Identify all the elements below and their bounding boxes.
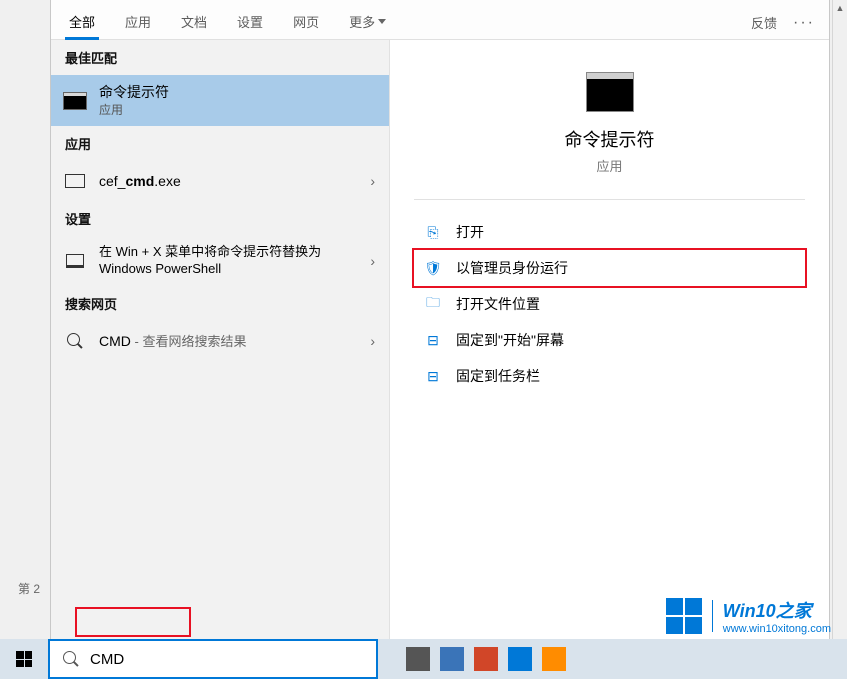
search-results-panel: 全部 应用 文档 设置 网页 更多 反馈 ··· 最佳匹配 命令提示符 应用 应… [50, 0, 830, 640]
chevron-down-icon [378, 19, 386, 24]
filter-tab-settings[interactable]: 设置 [233, 6, 267, 40]
result-winx-replace[interactable]: 在 Win + X 菜单中将命令提示符替换为 Windows PowerShel… [51, 236, 389, 286]
result-title: CMD - 查看网络搜索结果 [99, 332, 377, 351]
action-label: 以管理员身份运行 [456, 258, 568, 278]
monitor-icon [66, 254, 84, 268]
taskbar-app-icon[interactable] [440, 647, 464, 671]
taskview-icon[interactable] [406, 647, 430, 671]
action-label: 固定到"开始"屏幕 [456, 330, 564, 350]
watermark: Win10之家 www.win10xitong.com [666, 597, 831, 635]
section-apps: 应用 [51, 126, 389, 161]
results-list: 最佳匹配 命令提示符 应用 应用 cef_cmd.exe › 设置 [51, 40, 389, 639]
preview-hero: 命令提示符 应用 [414, 72, 805, 200]
taskbar-app-icon[interactable] [474, 647, 498, 671]
cmd-icon-large [586, 72, 634, 112]
section-settings: 设置 [51, 201, 389, 236]
result-subtitle: 应用 [99, 101, 377, 118]
chevron-right-icon: › [370, 253, 375, 269]
result-title: 命令提示符 [99, 83, 377, 101]
result-cef-cmd[interactable]: cef_cmd.exe › [51, 161, 389, 201]
result-title: cef_cmd.exe [99, 172, 377, 190]
scroll-up-icon[interactable]: ▲ [833, 0, 847, 16]
preview-pane: 命令提示符 应用 ⎘ 打开 🛡 以管理员身份运行 🗀 打开文件位置 ⊟ [389, 40, 829, 639]
chevron-right-icon: › [370, 173, 375, 189]
action-pin-start[interactable]: ⊟ 固定到"开始"屏幕 [414, 322, 805, 358]
action-label: 打开 [456, 222, 484, 242]
filter-more-label: 更多 [349, 12, 375, 31]
result-title: 在 Win + X 菜单中将命令提示符替换为 Windows PowerShel… [99, 244, 377, 278]
preview-subtitle: 应用 [596, 156, 622, 175]
chevron-right-icon: › [370, 333, 375, 349]
actions-list: ⎘ 打开 🛡 以管理员身份运行 🗀 打开文件位置 ⊟ 固定到"开始"屏幕 ⊟ [414, 200, 805, 394]
filter-tab-docs[interactable]: 文档 [177, 6, 211, 40]
start-button[interactable] [0, 639, 48, 679]
windows-logo-icon [16, 651, 32, 667]
taskbar-icons [406, 647, 566, 671]
app-icon [65, 174, 85, 188]
section-best-match: 最佳匹配 [51, 40, 389, 75]
taskbar-app-icon[interactable] [508, 647, 532, 671]
action-run-admin[interactable]: 🛡 以管理员身份运行 [412, 248, 807, 288]
section-web: 搜索网页 [51, 286, 389, 321]
folder-icon: 🗀 [424, 295, 442, 313]
result-web-cmd[interactable]: CMD - 查看网络搜索结果 › [51, 321, 389, 361]
panel-body: 最佳匹配 命令提示符 应用 应用 cef_cmd.exe › 设置 [51, 40, 829, 639]
open-icon: ⎘ [424, 223, 442, 241]
feedback-link[interactable]: 反馈 [751, 13, 777, 32]
more-options-button[interactable]: ··· [793, 14, 815, 32]
watermark-url: www.win10xitong.com [723, 623, 831, 635]
taskbar-search-box[interactable]: CMD [48, 639, 378, 679]
result-cmd-prompt[interactable]: 命令提示符 应用 [51, 75, 389, 126]
preview-title: 命令提示符 [565, 126, 655, 152]
shield-icon: 🛡 [424, 259, 442, 277]
filter-tab-more[interactable]: 更多 [345, 6, 390, 40]
page-label: 第 2 [18, 580, 40, 597]
action-open[interactable]: ⎘ 打开 [414, 214, 805, 250]
pin-icon: ⊟ [424, 367, 442, 385]
action-label: 打开文件位置 [456, 294, 540, 314]
filter-tab-web[interactable]: 网页 [289, 6, 323, 40]
filter-tabs-bar: 全部 应用 文档 设置 网页 更多 反馈 ··· [51, 0, 829, 40]
pin-icon: ⊟ [424, 331, 442, 349]
windows-logo-icon [666, 598, 702, 634]
search-icon [66, 332, 84, 350]
scrollbar[interactable]: ▲ [832, 0, 847, 640]
action-pin-taskbar[interactable]: ⊟ 固定到任务栏 [414, 358, 805, 394]
search-icon [62, 650, 80, 668]
cmd-icon [63, 92, 87, 110]
search-input-text: CMD [90, 651, 124, 668]
action-open-location[interactable]: 🗀 打开文件位置 [414, 286, 805, 322]
filter-tab-all[interactable]: 全部 [65, 6, 99, 40]
action-label: 固定到任务栏 [456, 366, 540, 386]
taskbar-app-icon[interactable] [542, 647, 566, 671]
taskbar: CMD [0, 639, 847, 679]
filter-tab-apps[interactable]: 应用 [121, 6, 155, 40]
watermark-title: Win10之家 [723, 597, 812, 623]
